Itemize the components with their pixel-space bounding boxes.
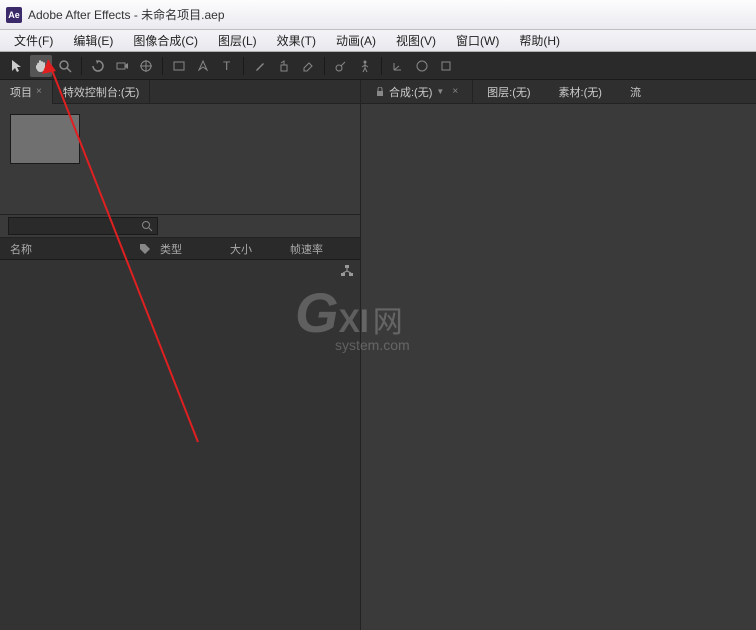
close-icon[interactable]: × bbox=[36, 86, 42, 97]
toolbar: T bbox=[0, 52, 756, 80]
project-thumbnail bbox=[10, 114, 80, 164]
tab-flowchart-label: 流 bbox=[630, 84, 641, 100]
pen-tool[interactable] bbox=[192, 55, 214, 77]
eraser-tool[interactable] bbox=[297, 55, 319, 77]
menu-help[interactable]: 帮助(H) bbox=[509, 30, 570, 51]
zoom-tool[interactable] bbox=[54, 55, 76, 77]
separator bbox=[81, 57, 82, 75]
rotation-tool[interactable] bbox=[87, 55, 109, 77]
composition-viewer[interactable] bbox=[361, 104, 756, 630]
left-panel-tabs: 项目 × 特效控制台:(无) bbox=[0, 80, 360, 104]
menubar: 文件(F) 编辑(E) 图像合成(C) 图层(L) 效果(T) 动画(A) 视图… bbox=[0, 30, 756, 52]
menu-layer[interactable]: 图层(L) bbox=[208, 30, 267, 51]
menu-effect[interactable]: 效果(T) bbox=[267, 30, 326, 51]
view-axis-tool[interactable] bbox=[435, 55, 457, 77]
project-columns-header: 名称 类型 大小 帧速率 bbox=[0, 238, 360, 260]
project-panel: 项目 × 特效控制台:(无) 名称 类型 大小 帧速率 bbox=[0, 80, 360, 630]
menu-animation[interactable]: 动画(A) bbox=[326, 30, 386, 51]
tab-project[interactable]: 项目 × bbox=[0, 80, 53, 104]
brush-tool[interactable] bbox=[249, 55, 271, 77]
rectangle-tool[interactable] bbox=[168, 55, 190, 77]
tab-composition[interactable]: 合成:(无) ▼ × bbox=[361, 80, 473, 104]
window-titlebar: Ae Adobe After Effects - 未命名项目.aep bbox=[0, 0, 756, 30]
menu-window[interactable]: 窗口(W) bbox=[446, 30, 509, 51]
clone-stamp-tool[interactable] bbox=[273, 55, 295, 77]
tab-effect-controls-label: 特效控制台:(无) bbox=[63, 84, 139, 100]
tab-composition-label: 合成:(无) bbox=[389, 84, 432, 100]
col-rate[interactable]: 帧速率 bbox=[290, 241, 340, 257]
col-type[interactable]: 类型 bbox=[160, 241, 230, 257]
text-tool[interactable]: T bbox=[216, 55, 238, 77]
project-search-row bbox=[0, 214, 360, 238]
puppet-tool[interactable] bbox=[354, 55, 376, 77]
camera-tool[interactable] bbox=[111, 55, 133, 77]
tab-footage-label: 素材:(无) bbox=[559, 84, 602, 100]
hand-tool[interactable] bbox=[30, 55, 52, 77]
tag-icon bbox=[139, 243, 151, 255]
app-icon: Ae bbox=[6, 7, 22, 23]
tab-effect-controls[interactable]: 特效控制台:(无) bbox=[53, 80, 150, 104]
menu-composition[interactable]: 图像合成(C) bbox=[123, 30, 208, 51]
tab-layer[interactable]: 图层:(无) bbox=[473, 80, 544, 104]
project-thumbnail-area bbox=[0, 104, 360, 174]
separator bbox=[162, 57, 163, 75]
viewer-panel: 合成:(无) ▼ × 图层:(无) 素材:(无) 流 bbox=[360, 80, 756, 630]
right-panel-tabs: 合成:(无) ▼ × 图层:(无) 素材:(无) 流 bbox=[361, 80, 756, 104]
flowchart-icon[interactable] bbox=[340, 264, 354, 278]
col-size[interactable]: 大小 bbox=[230, 241, 290, 257]
menu-view[interactable]: 视图(V) bbox=[386, 30, 446, 51]
menu-edit[interactable]: 编辑(E) bbox=[63, 30, 123, 51]
menu-file[interactable]: 文件(F) bbox=[4, 30, 63, 51]
pan-behind-tool[interactable] bbox=[135, 55, 157, 77]
search-icon bbox=[140, 219, 154, 233]
lock-icon bbox=[375, 87, 385, 97]
close-icon[interactable]: × bbox=[452, 86, 458, 97]
tab-project-label: 项目 bbox=[10, 84, 32, 100]
separator bbox=[324, 57, 325, 75]
tab-footage[interactable]: 素材:(无) bbox=[545, 80, 616, 104]
main-area: 项目 × 特效控制台:(无) 名称 类型 大小 帧速率 bbox=[0, 80, 756, 630]
local-axis-tool[interactable] bbox=[387, 55, 409, 77]
selection-tool[interactable] bbox=[6, 55, 28, 77]
svg-text:T: T bbox=[223, 59, 231, 73]
col-name[interactable]: 名称 bbox=[0, 241, 130, 257]
project-body[interactable] bbox=[0, 260, 360, 630]
col-tag[interactable] bbox=[130, 243, 160, 255]
dropdown-icon[interactable]: ▼ bbox=[436, 87, 444, 96]
tab-flowchart[interactable]: 流 bbox=[616, 80, 655, 104]
tab-layer-label: 图层:(无) bbox=[487, 84, 530, 100]
window-title: Adobe After Effects - 未命名项目.aep bbox=[28, 6, 225, 23]
world-axis-tool[interactable] bbox=[411, 55, 433, 77]
roto-brush-tool[interactable] bbox=[330, 55, 352, 77]
search-input[interactable] bbox=[8, 217, 158, 235]
separator bbox=[243, 57, 244, 75]
separator bbox=[381, 57, 382, 75]
